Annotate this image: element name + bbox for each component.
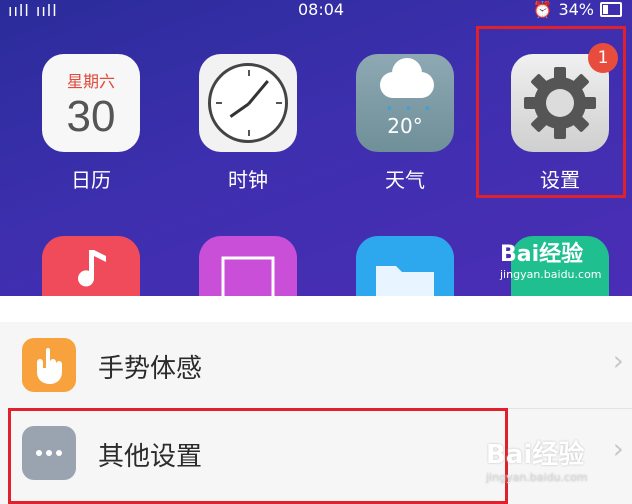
- app-calendar[interactable]: 星期六 30 日历: [42, 54, 140, 193]
- weather-icon[interactable]: • • • 20°: [356, 54, 454, 152]
- chevron-right-icon: ›: [612, 344, 624, 377]
- status-time: 08:04: [298, 0, 345, 19]
- app-gallery[interactable]: [199, 236, 297, 296]
- app-clock[interactable]: 时钟: [199, 54, 297, 193]
- watermark: Bai经验 jingyan.baidu.com: [486, 440, 588, 484]
- battery-percent: 34%: [558, 0, 594, 19]
- watermark: Bai经验 jingyan.baidu.com: [500, 242, 602, 281]
- app-label: 时钟: [228, 168, 268, 192]
- chevron-right-icon: ›: [612, 432, 624, 465]
- photo-icon[interactable]: [199, 236, 297, 296]
- folder-icon[interactable]: [356, 236, 454, 296]
- cloud-icon: [380, 58, 434, 98]
- signal-icon: ııll ııll: [8, 1, 58, 20]
- list-item-label: 手势体感: [98, 354, 203, 384]
- calendar-day: 30: [66, 92, 116, 141]
- app-files[interactable]: [356, 236, 454, 296]
- battery-icon: [600, 2, 622, 17]
- home-screen: ııll ııll 08:04 ⏰ 34% 星期六 30 日历 时钟 • • •…: [0, 0, 632, 296]
- highlight-box: [8, 408, 508, 504]
- calendar-weekday: 星期六: [66, 72, 115, 91]
- hand-gesture-icon: [22, 338, 76, 392]
- app-weather[interactable]: • • • 20° 天气: [356, 54, 454, 193]
- app-label: 日历: [71, 168, 111, 192]
- alarm-icon: ⏰: [532, 0, 553, 19]
- weather-temp: 20°: [387, 114, 423, 138]
- status-bar: ııll ııll 08:04 ⏰ 34%: [0, 0, 632, 22]
- clock-icon[interactable]: [199, 54, 297, 152]
- app-music[interactable]: [42, 236, 140, 296]
- highlight-box: [476, 26, 626, 198]
- music-note-icon[interactable]: [42, 236, 140, 296]
- list-item-gesture[interactable]: 手势体感 ›: [0, 322, 632, 409]
- calendar-icon[interactable]: 星期六 30: [42, 54, 140, 152]
- app-label: 天气: [385, 168, 425, 192]
